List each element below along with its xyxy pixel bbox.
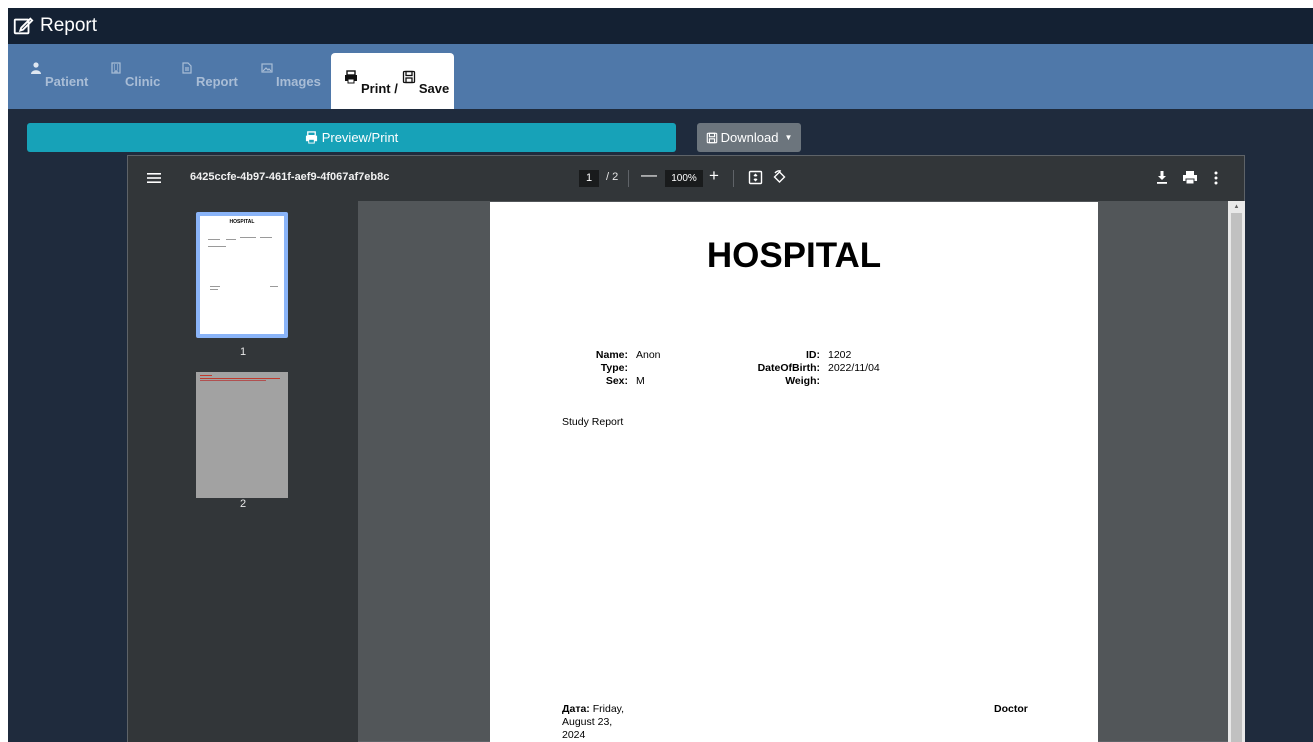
more-options-icon[interactable]	[1212, 170, 1220, 186]
tab-images[interactable]: Images	[261, 62, 321, 89]
download-icon[interactable]	[1155, 170, 1169, 185]
print-icon	[305, 131, 317, 144]
tab-print-label: Print /	[361, 81, 398, 96]
page-thumbnail-1[interactable]: HOSPITAL	[196, 212, 288, 338]
preview-print-button[interactable]: Preview/Print	[27, 123, 676, 152]
tab-report[interactable]: Report	[181, 62, 238, 89]
download-label: Download	[720, 130, 779, 145]
report-date: Дата: Friday, August 23, 2024	[562, 703, 625, 741]
save-icon	[402, 70, 416, 84]
field-name: Name: Anon	[595, 349, 661, 361]
pdf-viewer: 6425ccfe-4b97-461f-aef9-4f067af7eb8c 1 /…	[127, 155, 1245, 742]
caret-down-icon: ▼	[784, 133, 793, 142]
patient-fields-right: ID: 1202 DateOfBirth: 2022/11/04 Weigh:	[728, 349, 880, 388]
viewer-scrollbar[interactable]: ▲	[1228, 201, 1245, 742]
tab-bar: Patient Clinic Report Images Print / Sav…	[8, 44, 1313, 109]
field-date-of-birth: DateOfBirth: 2022/11/04	[757, 362, 880, 374]
page-thumbnail-2[interactable]	[196, 372, 288, 498]
thumbnail-sidebar: HOSPITAL 1 2	[128, 201, 358, 742]
zoom-in-icon[interactable]: +	[709, 166, 719, 186]
tab-report-label: Report	[196, 74, 238, 89]
save-icon	[706, 132, 717, 143]
field-weigh: Weigh:	[785, 375, 820, 387]
pdf-toolbar: 6425ccfe-4b97-461f-aef9-4f067af7eb8c 1 /…	[128, 156, 1244, 201]
toolbar-divider	[733, 170, 734, 187]
print-icon	[344, 70, 358, 84]
tab-patient-label: Patient	[45, 74, 89, 89]
document-title: HOSPITAL	[706, 236, 882, 275]
report-app: Report Patient Clinic Report Images Prin…	[8, 8, 1313, 742]
scroll-up-arrow-icon[interactable]: ▲	[1228, 201, 1245, 213]
toolbar-divider	[628, 170, 629, 187]
tab-print-save[interactable]: Print / Save	[331, 53, 454, 109]
tab-clinic-label: Clinic	[125, 74, 161, 89]
page-total: / 2	[606, 171, 619, 183]
window-title: Report	[40, 15, 98, 36]
doctor-label: Doctor	[994, 703, 1028, 715]
menu-icon[interactable]	[146, 170, 162, 186]
rotate-icon[interactable]	[772, 170, 787, 185]
image-icon	[261, 62, 273, 74]
tab-save-label: Save	[418, 81, 450, 96]
field-type: Type:	[600, 362, 628, 374]
thumbnail-label-1: 1	[239, 346, 247, 358]
tab-clinic[interactable]: Clinic	[110, 62, 160, 89]
scrollbar-thumb[interactable]	[1231, 213, 1242, 742]
patient-fields-left: Name: Anon Type: Sex: M	[562, 349, 661, 388]
field-sex: Sex: M	[605, 375, 645, 387]
fit-page-icon[interactable]	[748, 170, 763, 185]
title-bar: Report	[8, 8, 1313, 44]
preview-print-label: Preview/Print	[321, 130, 399, 145]
study-report-heading: Study Report	[562, 416, 624, 428]
print-icon[interactable]	[1182, 170, 1198, 185]
download-dropdown-button[interactable]: Download ▼	[697, 123, 801, 152]
thumbnail-label-2: 2	[239, 498, 247, 510]
user-icon	[30, 62, 42, 74]
page-number-input[interactable]: 1	[579, 170, 599, 187]
pdf-file-name: 6425ccfe-4b97-461f-aef9-4f067af7eb8c	[190, 171, 390, 183]
pdf-page: HOSPITAL Name: Anon Type: Sex: M ID: 120…	[490, 202, 1098, 742]
zoom-input[interactable]: 100%	[665, 170, 703, 187]
edit-icon	[12, 15, 34, 37]
tab-patient[interactable]: Patient	[30, 62, 88, 89]
field-id: ID: 1202	[806, 349, 852, 361]
building-icon	[110, 62, 122, 74]
thumbnail-title: HOSPITAL	[229, 219, 255, 225]
zoom-out-icon[interactable]: —	[641, 167, 657, 185]
tab-images-label: Images	[276, 74, 321, 89]
file-icon	[181, 62, 193, 74]
